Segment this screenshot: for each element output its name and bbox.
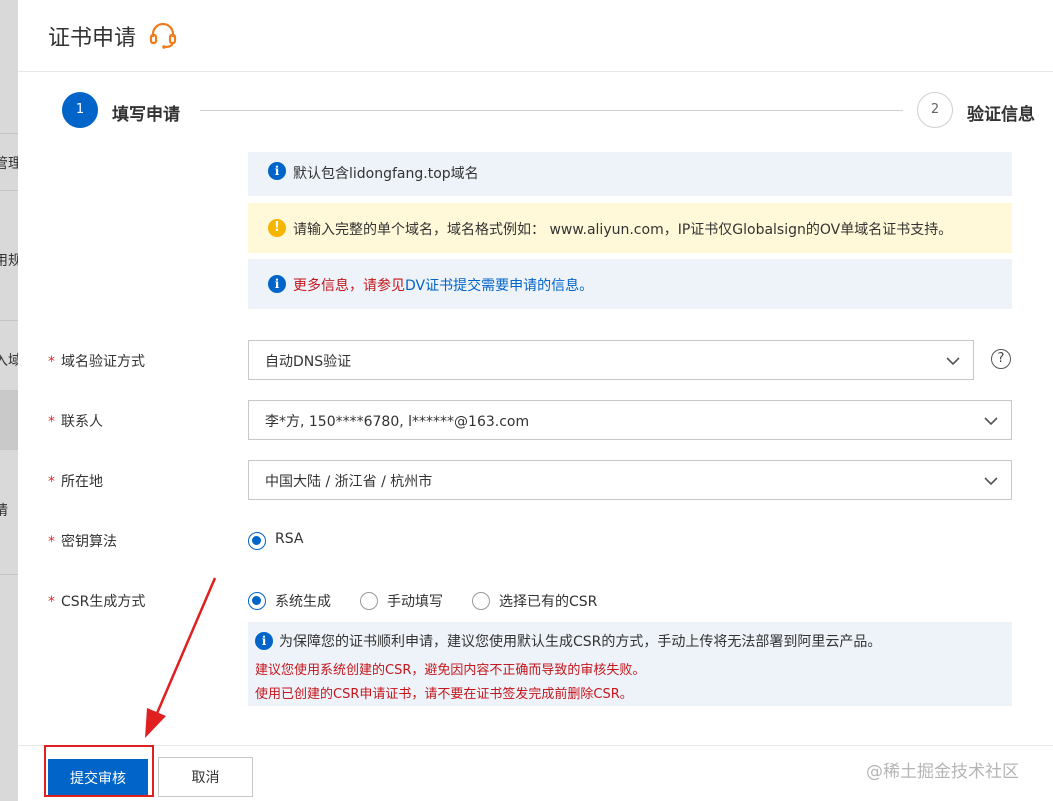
bg-divider [0, 320, 18, 321]
contact-label: * 联系人 [48, 414, 103, 430]
csr-manual-radio[interactable] [360, 592, 378, 610]
domain-verification-select[interactable]: 自动DNS验证 [248, 340, 974, 380]
more-info-prefix: 更多信息，请参见 [293, 278, 405, 294]
bg-block [0, 390, 18, 450]
info-icon: i [268, 162, 286, 180]
csr-method-label: * CSR生成方式 [48, 594, 146, 610]
csr-system-label[interactable]: 系统生成 [275, 591, 331, 611]
background-page-strip: 管理 用规 入域 请 [0, 0, 18, 801]
panel-header: 证书申请 [18, 0, 1053, 72]
key-algorithm-label: * 密钥算法 [48, 534, 117, 550]
step-1-indicator: 1 [62, 92, 98, 128]
domain-verification-label: * 域名验证方式 [48, 354, 145, 370]
alert-text: 更多信息，请参见DV证书提交需要申请的信息。 [293, 275, 593, 295]
csr-existing-radio[interactable] [472, 592, 490, 610]
bg-divider [0, 133, 18, 134]
location-label: * 所在地 [48, 474, 103, 490]
csr-existing-label[interactable]: 选择已有的CSR [499, 591, 597, 611]
select-value: 中国大陆 / 浙江省 / 杭州市 [265, 474, 433, 490]
bg-text-fragment: 管理 [0, 156, 18, 172]
csr-note-warning: 使用已创建的CSR申请证书，请不要在证书签发完成前删除CSR。 [255, 687, 633, 702]
bg-text-fragment: 用规 [0, 253, 18, 269]
watermark: @稀土掘金技术社区 [866, 762, 1019, 782]
location-select[interactable]: 中国大陆 / 浙江省 / 杭州市 [248, 460, 1012, 500]
step-2-label: 验证信息 [967, 105, 1035, 125]
more-info-alert: i 更多信息，请参见DV证书提交需要申请的信息。 [248, 259, 1012, 309]
chevron-down-icon [984, 477, 998, 486]
csr-note-info: 为保障您的证书顺利申请，建议您使用默认生成CSR的方式，手动上传将无法部署到阿里… [279, 634, 882, 650]
step-connector [200, 110, 903, 111]
certificate-application-panel: 证书申请 1 填写申请 2 验证信息 i 默认包含lidongfang.top域… [18, 0, 1053, 801]
warning-icon: ! [268, 219, 286, 237]
page-title: 证书申请 [48, 26, 137, 51]
alert-text: 请输入完整的单个域名，域名格式例如： www.aliyun.com，IP证书仅G… [293, 222, 953, 238]
bg-divider [0, 190, 18, 191]
csr-note-warning: 建议您使用系统创建的CSR，避免因内容不正确而导致的审核失败。 [255, 663, 646, 678]
chevron-down-icon [946, 357, 960, 366]
bg-divider [0, 574, 18, 575]
csr-note-alert: i 为保障您的证书顺利申请，建议您使用默认生成CSR的方式，手动上传将无法部署到… [248, 622, 1012, 706]
csr-system-radio[interactable] [248, 592, 266, 610]
info-icon: i [255, 632, 273, 650]
select-value: 自动DNS验证 [265, 354, 352, 370]
bg-text-fragment: 请 [0, 503, 8, 519]
step-1-label: 填写申请 [112, 105, 180, 125]
bg-text-fragment: 入域 [0, 353, 18, 369]
dv-info-link[interactable]: DV证书提交需要申请的信息。 [405, 278, 593, 294]
headset-icon[interactable] [148, 22, 178, 50]
annotation-highlight-box [44, 745, 154, 797]
chevron-down-icon [984, 417, 998, 426]
default-domain-alert: i 默认包含lidongfang.top域名 [248, 152, 1012, 196]
step-2-indicator: 2 [917, 92, 953, 128]
select-value: 李*方, 150****6780, l******@163.com [265, 414, 530, 430]
help-icon[interactable]: ? [991, 349, 1011, 369]
rsa-radio[interactable] [248, 532, 266, 550]
info-icon: i [268, 275, 286, 293]
csr-manual-label[interactable]: 手动填写 [387, 591, 443, 611]
alert-text: 默认包含lidongfang.top域名 [293, 166, 479, 182]
cancel-button[interactable]: 取消 [158, 757, 253, 797]
rsa-radio-label[interactable]: RSA [275, 531, 303, 547]
contact-select[interactable]: 李*方, 150****6780, l******@163.com [248, 400, 1012, 440]
domain-format-alert: ! 请输入完整的单个域名，域名格式例如： www.aliyun.com，IP证书… [248, 203, 1012, 253]
